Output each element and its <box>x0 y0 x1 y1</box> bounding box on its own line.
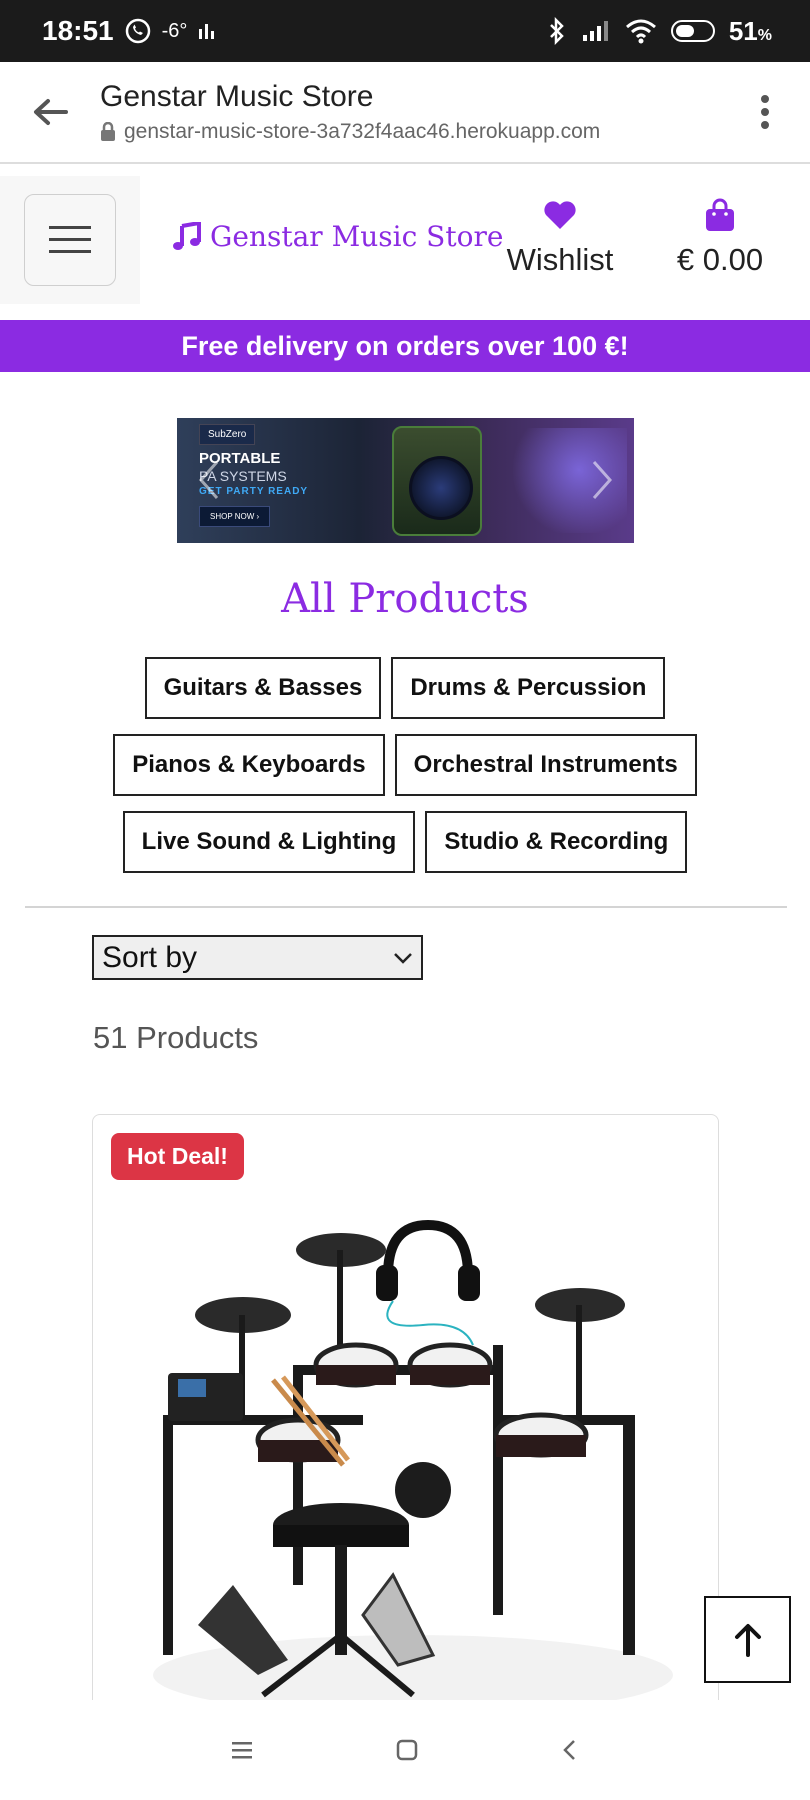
product-count: 51 Products <box>93 1020 259 1055</box>
heart-icon <box>544 201 576 229</box>
bluetooth-icon <box>549 17 564 45</box>
cart-link[interactable]: € 0.00 <box>665 196 775 278</box>
category-guitars-basses[interactable]: Guitars & Basses <box>144 657 382 719</box>
hero-carousel[interactable]: SubZero PORTABLE PA SYSTEMS GET PARTY RE… <box>177 418 634 543</box>
arrow-left-icon <box>34 99 68 125</box>
battery-level: 51% <box>728 15 772 46</box>
back-to-top-button[interactable] <box>704 1596 791 1683</box>
shopping-bag-icon <box>706 198 734 231</box>
more-options-button[interactable] <box>720 62 810 162</box>
section-heading: All Products <box>281 576 529 622</box>
wishlist-label: Wishlist <box>506 242 614 277</box>
status-left: 18:51 -6° <box>42 15 217 47</box>
category-pianos-keyboards[interactable]: Pianos & Keyboards <box>113 734 385 796</box>
brand-name: Genstar Music Store <box>210 220 504 253</box>
category-row-1: Guitars & Basses Drums & Percussion <box>0 657 810 719</box>
url-display: genstar-music-store-3a732f4aac46.herokua… <box>100 120 720 144</box>
back-button[interactable] <box>0 62 100 162</box>
temperature: -6° <box>161 19 188 42</box>
hot-deal-badge: Hot Deal! <box>111 1133 244 1180</box>
browser-title-block[interactable]: Genstar Music Store genstar-music-store-… <box>100 80 720 144</box>
site-header: Genstar Music Store Wishlist € 0.00 <box>0 176 810 304</box>
url-text: genstar-music-store-3a732f4aac46.herokua… <box>124 120 601 143</box>
music-note-icon <box>173 221 201 250</box>
wifi-icon <box>625 19 656 44</box>
back-nav-icon[interactable] <box>560 1738 580 1762</box>
whatsapp-icon <box>125 18 150 44</box>
browser-toolbar: Genstar Music Store genstar-music-store-… <box>0 62 810 164</box>
status-bar: 18:51 -6° 51% <box>0 0 810 62</box>
hamburger-icon <box>49 226 91 253</box>
battery-icon <box>670 20 715 42</box>
wishlist-link[interactable]: Wishlist <box>500 196 620 278</box>
category-drums-percussion[interactable]: Drums & Percussion <box>391 657 666 719</box>
lock-icon <box>101 122 115 141</box>
activity-icon <box>199 24 215 39</box>
recent-apps-icon[interactable] <box>230 1740 254 1760</box>
menu-toggle-area <box>0 176 140 304</box>
category-row-3: Live Sound & Lighting Studio & Recording <box>0 811 810 873</box>
home-icon[interactable] <box>395 1738 419 1762</box>
carousel-prev-icon[interactable] <box>195 458 223 502</box>
chevron-down-icon <box>394 952 412 964</box>
arrow-up-icon <box>734 1623 761 1657</box>
banner-shop-now-button[interactable]: SHOP NOW › <box>199 506 271 527</box>
menu-toggle-button[interactable] <box>24 194 116 286</box>
cart-total: € 0.00 <box>676 242 764 277</box>
system-navigation-bar <box>0 1700 810 1800</box>
free-delivery-banner: Free delivery on orders over 100 €! <box>0 320 810 372</box>
category-row-2: Pianos & Keyboards Orchestral Instrument… <box>0 734 810 796</box>
category-studio-recording[interactable]: Studio & Recording <box>425 811 688 873</box>
sort-selected-value: Sort by <box>102 940 198 974</box>
promo-text: Free delivery on orders over 100 €! <box>181 330 629 361</box>
sort-select[interactable]: Sort by <box>92 935 423 980</box>
brand-logo-link[interactable]: Genstar Music Store <box>172 220 503 253</box>
banner-speaker-image <box>392 426 482 536</box>
page-title: Genstar Music Store <box>100 80 374 113</box>
category-live-sound-lighting[interactable]: Live Sound & Lighting <box>122 811 416 873</box>
product-card[interactable]: Hot Deal! <box>92 1114 719 1734</box>
more-vert-icon <box>761 95 769 129</box>
product-image[interactable] <box>93 1115 719 1734</box>
section-divider <box>25 906 787 908</box>
status-right: 51% <box>547 16 772 47</box>
signal-icon <box>582 21 608 41</box>
banner-brand-tag: SubZero <box>199 424 256 445</box>
carousel-next-icon[interactable] <box>588 458 616 502</box>
clock: 18:51 <box>42 15 114 46</box>
category-orchestral-instruments[interactable]: Orchestral Instruments <box>394 734 697 796</box>
